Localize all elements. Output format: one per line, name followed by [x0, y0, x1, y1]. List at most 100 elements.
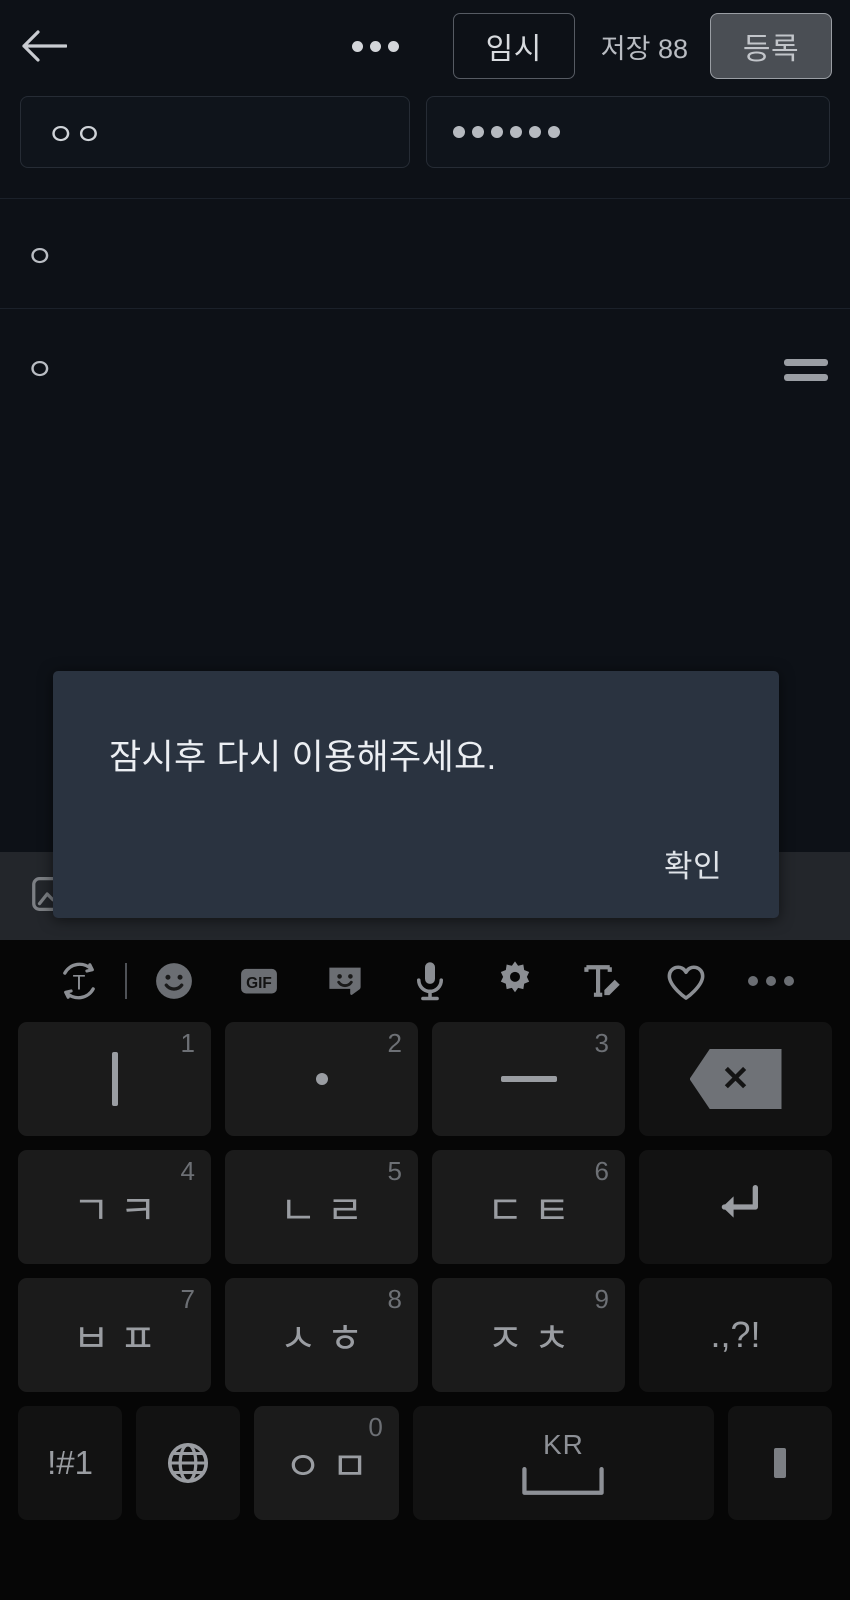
- key-i[interactable]: 1: [18, 1022, 211, 1136]
- keyboard-row-1: 1 2 3 ✕: [18, 1022, 832, 1136]
- more-horizontal-icon[interactable]: [351, 40, 399, 52]
- enter-icon: [721, 1185, 758, 1218]
- password-dot: [472, 126, 484, 138]
- emoji-icon[interactable]: [131, 956, 216, 1006]
- backspace-icon: ✕: [689, 1049, 782, 1109]
- key-label: ㅈㅊ: [486, 1317, 581, 1361]
- key-number: 6: [594, 1156, 609, 1186]
- virtual-keyboard: T GIF 1 2 3 ✕ 4 ㄱㅋ 5 ㄴㄹ 6 ㄷㅌ 7 ㅂㅍ 8 ㅅㅎ 9…: [0, 940, 850, 1600]
- password-dot: [548, 126, 560, 138]
- space-key-language-label: KR: [542, 1429, 584, 1460]
- drag-handle-icon[interactable]: [784, 359, 828, 381]
- key-label: .,?!: [710, 1314, 761, 1355]
- more-horizontal-icon[interactable]: [729, 976, 814, 986]
- keyboard-keys: 1 2 3 ✕ 4 ㄱㅋ 5 ㄴㄹ 6 ㄷㅌ 7 ㅂㅍ 8 ㅅㅎ 9 ㅈㅊ .,…: [0, 1022, 850, 1520]
- alert-dialog: 잠시후 다시 이용해주세요. 확인: [53, 671, 779, 918]
- arrow-left-icon: [22, 30, 67, 62]
- content-row-body-text: ㅇ: [26, 354, 54, 387]
- title-input-value: ㅇㅇ: [47, 119, 103, 152]
- key-number: 0: [368, 1412, 383, 1442]
- title-input[interactable]: ㅇㅇ: [20, 96, 410, 168]
- key-backspace[interactable]: ✕: [639, 1022, 832, 1136]
- key-punctuation[interactable]: .,?!: [639, 1278, 832, 1392]
- key-enter[interactable]: [639, 1150, 832, 1264]
- password-input[interactable]: [426, 96, 830, 168]
- dot: [784, 976, 795, 986]
- key-number: 9: [594, 1284, 609, 1314]
- submit-button[interactable]: 등록: [710, 13, 832, 79]
- keyboard-toolbar: T GIF: [0, 940, 850, 1022]
- key-number: 1: [180, 1028, 195, 1058]
- text-edit-icon[interactable]: [558, 956, 643, 1006]
- key-bieup-pieup[interactable]: 7 ㅂㅍ: [18, 1278, 211, 1392]
- key-label: ㅅㅎ: [279, 1317, 374, 1361]
- sticker-icon[interactable]: [302, 956, 387, 1006]
- temp-save-button[interactable]: 임시: [452, 13, 575, 79]
- password-dot: [529, 126, 541, 138]
- key-glyph-dot: [315, 1073, 328, 1085]
- key-label: !#1: [47, 1444, 93, 1481]
- heart-icon[interactable]: [643, 956, 728, 1006]
- password-dot: [453, 126, 465, 138]
- key-label: ㅇㅁ: [284, 1445, 379, 1489]
- key-glyph-vertical-bar: [111, 1052, 118, 1106]
- key-cursor[interactable]: [728, 1406, 832, 1520]
- key-number: 5: [387, 1156, 402, 1186]
- key-label: ㄴㄹ: [279, 1189, 374, 1233]
- key-number: 7: [180, 1284, 195, 1314]
- space-key-content: KR: [517, 1429, 609, 1497]
- key-nieun-rieul[interactable]: 5 ㄴㄹ: [225, 1150, 418, 1264]
- confirm-button[interactable]: 확인: [664, 841, 722, 886]
- key-language[interactable]: [136, 1406, 240, 1520]
- keyboard-row-3: 7 ㅂㅍ 8 ㅅㅎ 9 ㅈㅊ .,?!: [18, 1278, 832, 1392]
- content-row-subject-text: ㅇ: [26, 240, 54, 274]
- dot: [748, 976, 759, 986]
- key-number: 4: [180, 1156, 195, 1186]
- password-masked-value: [453, 126, 560, 138]
- settings-gear-icon[interactable]: [473, 956, 558, 1006]
- alert-dialog-actions: 확인: [53, 841, 779, 918]
- form-input-row: ㅇㅇ: [0, 96, 850, 168]
- key-glyph-horizontal-bar: [500, 1076, 557, 1082]
- svg-text:GIF: GIF: [246, 975, 272, 992]
- password-dot: [491, 126, 503, 138]
- dot: [766, 976, 777, 986]
- microphone-icon[interactable]: [387, 956, 472, 1006]
- cursor-bar-icon: [774, 1448, 786, 1478]
- key-siot-hieut[interactable]: 8 ㅅㅎ: [225, 1278, 418, 1392]
- translate-icon[interactable]: T: [36, 956, 121, 1006]
- key-ieung-mieum[interactable]: 0 ㅇㅁ: [254, 1406, 399, 1520]
- alert-dialog-message: 잠시후 다시 이용해주세요.: [109, 738, 497, 777]
- key-number: 8: [387, 1284, 402, 1314]
- key-digeut-tieut[interactable]: 6 ㄷㅌ: [432, 1150, 625, 1264]
- back-button[interactable]: [0, 0, 88, 92]
- password-dot: [510, 126, 522, 138]
- key-number: 3: [594, 1028, 609, 1058]
- toolbar-divider: [125, 963, 128, 999]
- more-dots: [748, 976, 795, 986]
- dot: [387, 40, 399, 52]
- content-row-subject[interactable]: ㅇ: [0, 198, 850, 308]
- key-giyeok-kieuk[interactable]: 4 ㄱㅋ: [18, 1150, 211, 1264]
- key-jieut-chieut[interactable]: 9 ㅈㅊ: [432, 1278, 625, 1392]
- keyboard-row-4: !#1 0 ㅇㅁ KR: [18, 1406, 832, 1520]
- handle-line: [784, 374, 828, 381]
- key-label: ㄱㅋ: [72, 1189, 167, 1233]
- dot: [351, 40, 363, 52]
- keyboard-row-2: 4 ㄱㅋ 5 ㄴㄹ 6 ㄷㅌ: [18, 1150, 832, 1264]
- gif-icon[interactable]: GIF: [217, 956, 302, 1006]
- key-label: ㅂㅍ: [72, 1317, 167, 1361]
- key-symbols[interactable]: !#1: [18, 1406, 122, 1520]
- globe-icon: [167, 1442, 209, 1484]
- key-dot[interactable]: 2: [225, 1022, 418, 1136]
- key-label: ㄷㅌ: [486, 1189, 581, 1233]
- spacebar-icon: [522, 1467, 605, 1495]
- key-number: 2: [387, 1028, 402, 1058]
- handle-line: [784, 359, 828, 366]
- svg-text:T: T: [72, 971, 85, 994]
- key-space[interactable]: KR: [412, 1406, 714, 1520]
- top-bar: 임시 저장 88 등록: [0, 0, 850, 92]
- key-eu[interactable]: 3: [432, 1022, 625, 1136]
- save-count-label: 저장 88: [600, 33, 688, 64]
- dot: [369, 40, 381, 52]
